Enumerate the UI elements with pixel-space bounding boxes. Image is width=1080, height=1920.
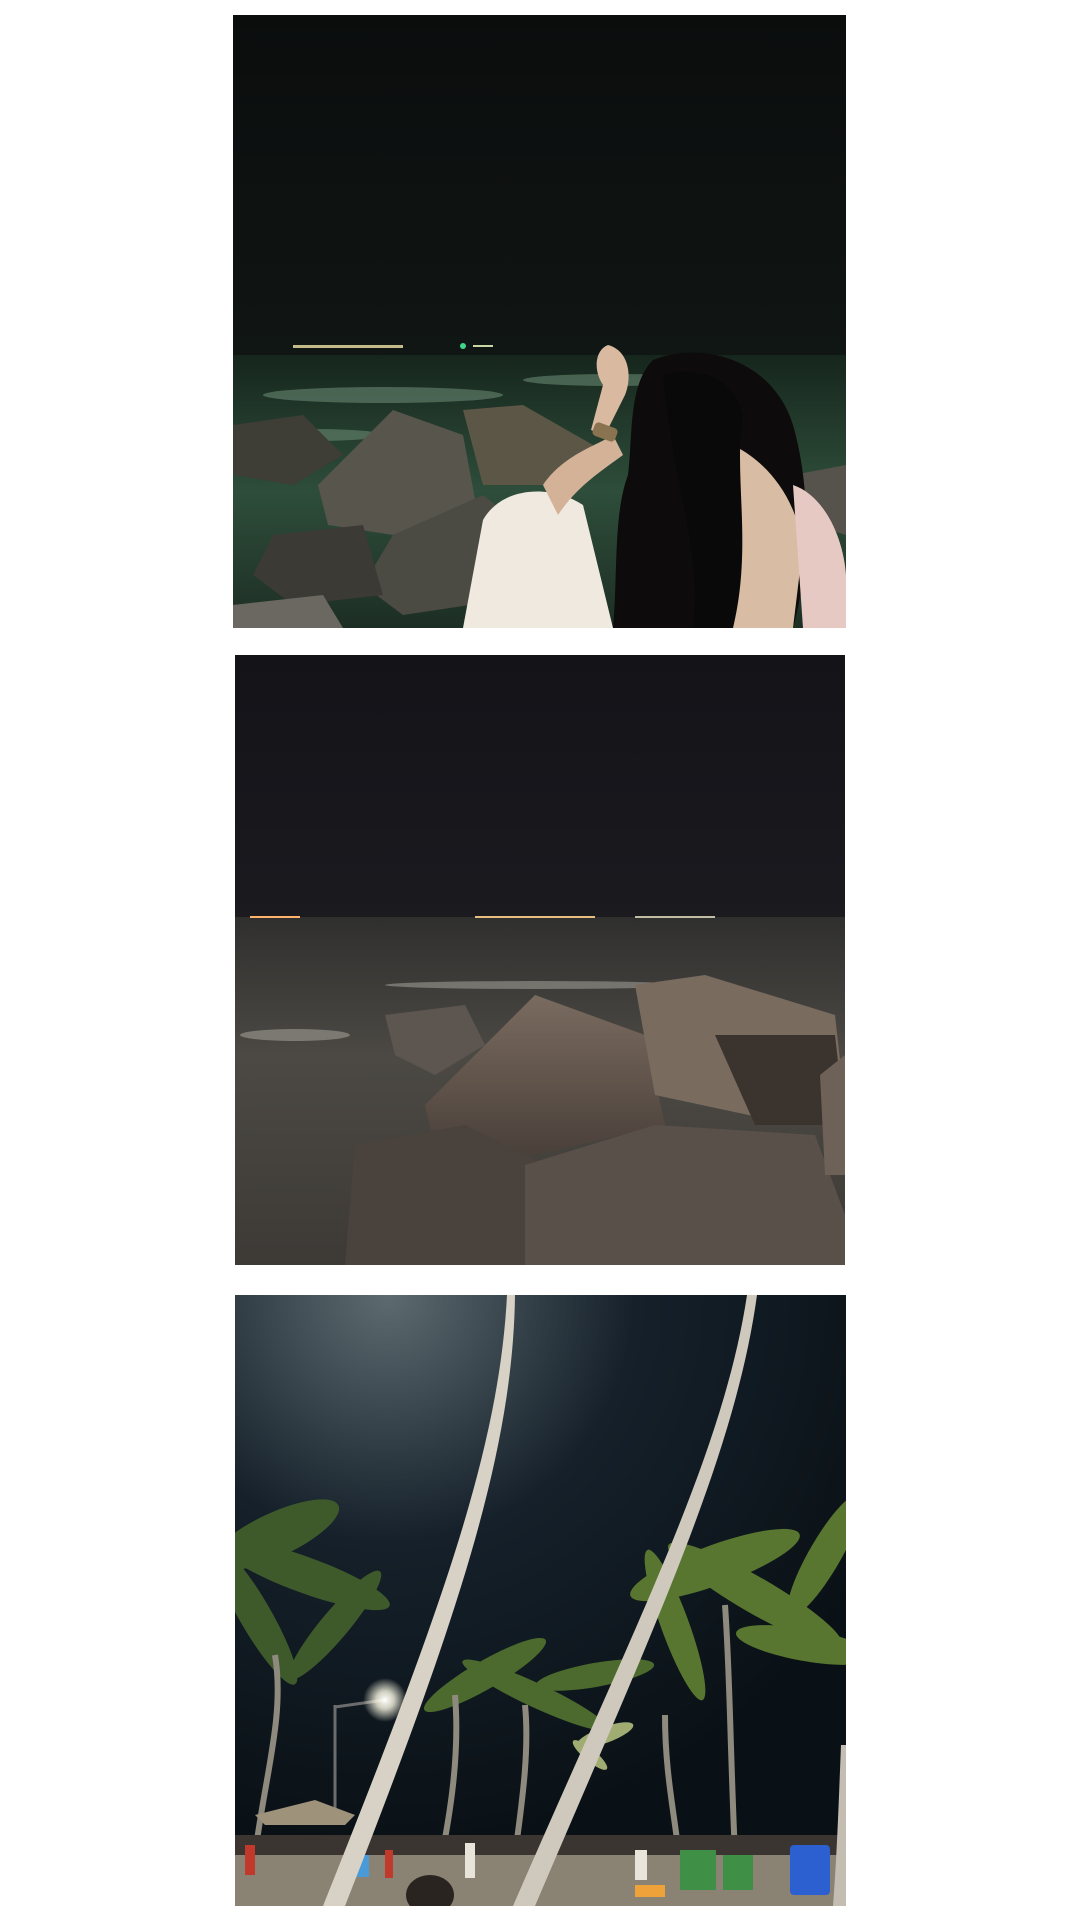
photo-palm-trees-beach[interactable] xyxy=(235,1295,846,1906)
night-sky xyxy=(233,15,846,360)
photo-rocks-and-sea[interactable] xyxy=(235,655,845,1265)
photo-palm-trees-beach-image xyxy=(235,1295,846,1906)
photo-collage xyxy=(0,0,1080,1920)
photo-rocks-and-sea-image xyxy=(235,655,845,1265)
night-sky xyxy=(235,655,845,917)
photo-woman-by-sea[interactable] xyxy=(233,15,846,628)
photo-woman-by-sea-image xyxy=(233,15,846,628)
